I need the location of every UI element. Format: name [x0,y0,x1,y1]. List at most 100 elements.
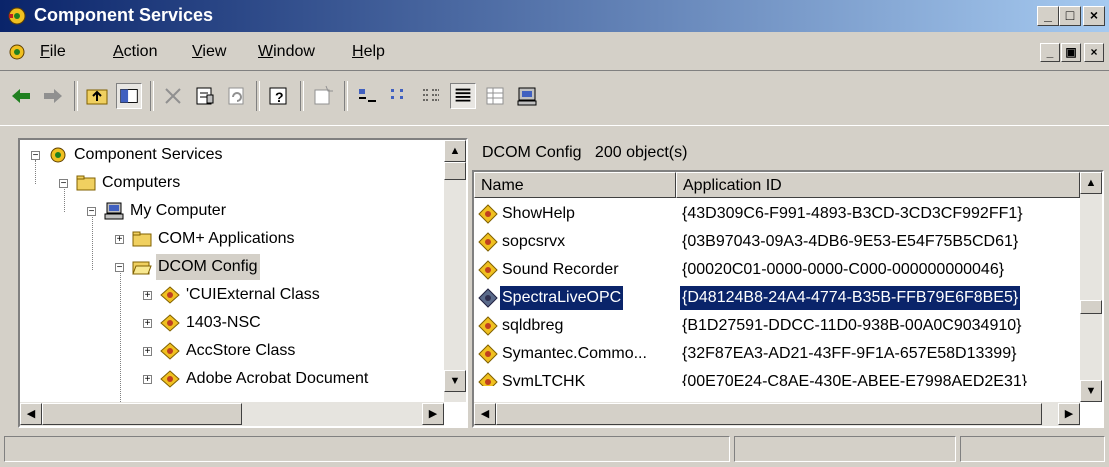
tree-item-dcom-config[interactable]: − DCOM Config [112,254,452,280]
scroll-right-button[interactable]: ▶ [422,403,444,425]
scroll-right-button[interactable]: ▶ [1058,403,1080,425]
tree-item-label: My Computer [130,202,227,219]
dcom-component-icon [160,342,180,360]
details-pane: DCOM Config 200 object(s) Name Applicati… [472,138,1104,428]
row-app-id: {43D309C6-F991-4893-B3CD-3CD3CF992FF1} [682,205,1023,222]
tree-item-computers[interactable]: − Computers [56,170,456,196]
tree-item-component-services[interactable]: − Component Services [28,142,448,168]
tree-item-adobe-acrobat-document[interactable]: + Adobe Acrobat Document [140,366,450,392]
child-minimize-button[interactable]: _ [1040,43,1060,62]
list-row[interactable]: Symantec.Commo... {32F87EA3-AD21-43FF-9F… [474,340,1080,368]
help-icon[interactable]: ? [266,83,292,109]
title-bar[interactable]: Component Services _ □ × [0,0,1109,32]
collapse-toggle[interactable]: − [115,263,124,273]
list-row[interactable]: sopcsrvx {03B97043-09A3-4DB6-9E53-E54F75… [474,228,1080,256]
status-bar [0,432,1109,467]
toolbar-separator [74,81,78,111]
maximize-button[interactable]: □ [1059,6,1081,26]
tree-vertical-scrollbar[interactable]: ▲ ▼ [444,140,466,402]
row-app-id: {32F87EA3-AD21-43FF-9F1A-657E58D13399} [682,345,1017,362]
dcom-component-icon [160,314,180,332]
scroll-thumb[interactable] [444,162,466,180]
properties-icon[interactable] [192,83,218,109]
tree-item-1403-nsc[interactable]: + 1403-NSC [140,310,450,336]
scroll-up-button[interactable]: ▲ [1080,172,1102,194]
dcom-component-icon [478,204,498,224]
show-hide-tree-button[interactable] [116,83,142,109]
scroll-left-button[interactable]: ◀ [474,403,496,425]
dcom-component-icon [478,316,498,336]
forward-icon[interactable] [40,83,66,109]
component-services-icon [50,147,66,163]
list-row[interactable]: Sound Recorder {00020C01-0000-0000-C000-… [474,256,1080,284]
row-app-id: {00E70E24-C8AE-430E-ABEE-E7998AED2E31} [682,373,1028,386]
menu-help[interactable]: Help [352,43,385,61]
dcom-list-view[interactable]: Name Application ID ShowHelp {43D309C6-F… [472,170,1104,428]
status-cell-main [4,436,730,462]
tree-item-cuiexternal-class[interactable]: + 'CUIExternal Class [140,282,450,308]
menu-bar: File Action View Window Help _ ▣ × [0,34,1109,68]
delete-icon[interactable] [160,83,186,109]
menu-window[interactable]: Window [258,43,315,61]
list-vertical-scrollbar[interactable]: ▲ ▼ [1080,172,1102,402]
expand-toggle[interactable]: + [115,235,124,245]
details-header: DCOM Config 200 object(s) [472,138,1109,168]
dcom-component-icon [478,372,498,386]
tree-item-label: 1403-NSC [186,314,261,331]
list-horizontal-scrollbar[interactable]: ◀ ▶ [474,402,1080,426]
show-hide-tree-icon [120,89,138,103]
scroll-thumb[interactable] [42,403,242,425]
dcom-component-icon [478,288,498,308]
status-cell-secondary [734,436,956,462]
row-name: SymLTCHK [502,373,586,386]
tree-item-label: COM+ Applications [158,230,295,247]
scroll-down-button[interactable]: ▼ [444,370,466,392]
menu-action[interactable]: Action [113,43,157,61]
row-app-id: {03B97043-09A3-4DB6-9E53-E54F75B5CD61} [682,233,1019,250]
column-header-name[interactable]: Name [474,172,676,198]
up-folder-icon[interactable] [84,83,110,109]
list-row[interactable]: sqldbreg {B1D27591-DDCC-11D0-938B-00A0C9… [474,312,1080,340]
scroll-down-button[interactable]: ▼ [1080,380,1102,402]
child-close-button[interactable]: × [1084,43,1104,62]
list-view-icon[interactable] [418,83,444,109]
toolbar-separator [256,81,260,111]
expand-toggle[interactable]: + [143,291,152,301]
list-row[interactable]: ShowHelp {43D309C6-F991-4893-B3CD-3CD3CF… [474,200,1080,228]
menu-file[interactable]: File [40,43,66,61]
tree-horizontal-scrollbar[interactable]: ◀ ▶ [20,402,444,426]
menu-view[interactable]: View [192,43,226,61]
expand-toggle[interactable]: + [143,319,152,329]
scroll-left-button[interactable]: ◀ [20,403,42,425]
small-icons-icon[interactable] [386,83,412,109]
row-name: ShowHelp [502,205,575,222]
collapse-toggle[interactable]: − [59,179,68,189]
new-window-icon[interactable] [310,83,336,109]
expand-toggle[interactable]: + [143,347,152,357]
status-view-icon[interactable] [482,83,508,109]
list-row-partial[interactable]: SymLTCHK {00E70E24-C8AE-430E-ABEE-E7998A… [474,368,1080,386]
large-icons-icon[interactable] [354,83,380,109]
column-header-application-id[interactable]: Application ID [676,172,1080,198]
tree-item-com-plus-applications[interactable]: + COM+ Applications [112,226,452,252]
expand-toggle[interactable]: + [143,375,152,385]
back-icon[interactable] [8,83,34,109]
refresh-icon[interactable] [224,83,250,109]
system-menu-icon[interactable] [6,42,28,62]
list-row-selected[interactable]: SpectraLiveOPC {D48124B8-24A4-4774-B35B-… [474,284,1080,312]
close-button[interactable]: × [1083,6,1105,26]
detail-view-button[interactable] [450,83,476,109]
computer-icon[interactable] [514,83,540,109]
scroll-thumb[interactable] [496,403,1042,425]
tree-item-accstore-class[interactable]: + AccStore Class [140,338,450,364]
component-services-window: Component Services _ □ × File Action Vie… [0,0,1109,467]
tree-item-my-computer[interactable]: − My Computer [84,198,464,224]
collapse-toggle[interactable]: − [31,151,40,161]
folder-icon [132,231,152,247]
console-tree[interactable]: − Component Services − Computers − My Co… [18,138,468,428]
scroll-up-button[interactable]: ▲ [444,140,466,162]
child-restore-button[interactable]: ▣ [1061,43,1081,62]
minimize-button[interactable]: _ [1037,6,1059,26]
scroll-thumb[interactable] [1080,300,1102,314]
collapse-toggle[interactable]: − [87,207,96,217]
